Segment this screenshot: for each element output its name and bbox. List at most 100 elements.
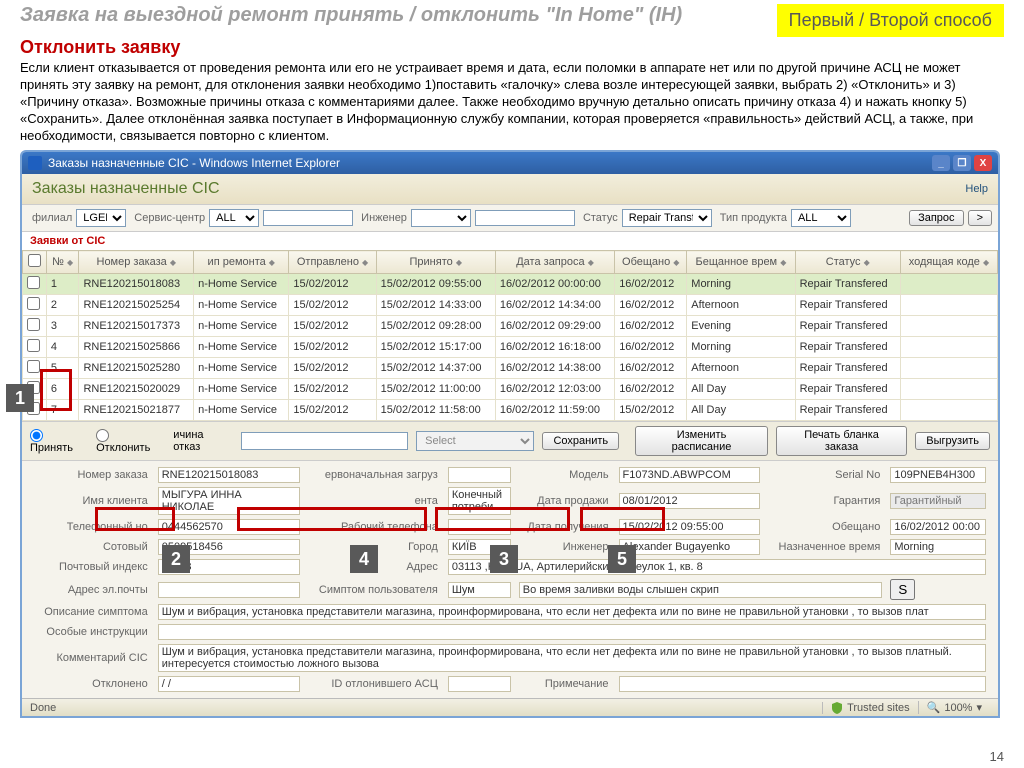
callout-4: 4 (350, 545, 378, 573)
eng-label: Инженер (361, 212, 407, 224)
serial-field: 109PNEB4H300 (890, 467, 986, 483)
reschedule-button[interactable]: Изменить расписание (635, 426, 768, 456)
rejid-lbl: ID отлонившего АСЦ (304, 674, 444, 694)
comment-field: Шум и вибрация, установка представители … (158, 644, 986, 672)
grid-header[interactable]: Статус ◆ (795, 251, 900, 274)
help-link[interactable]: Help (965, 183, 988, 195)
row-checkbox[interactable] (27, 297, 40, 310)
callout-5: 5 (608, 545, 636, 573)
callout-1: 1 (6, 384, 34, 412)
order-lbl: Номер заказа (30, 465, 154, 485)
svc-label: Сервис-центр (134, 212, 205, 224)
close-button[interactable]: X (974, 155, 992, 171)
mobile-lbl: Сотовый (30, 537, 154, 557)
grid-header[interactable]: Принято ◆ (376, 251, 495, 274)
print-button[interactable]: Печать бланка заказа (776, 426, 907, 456)
promised-field: 16/02/2012 00:00 (890, 519, 986, 535)
grid-header[interactable]: № ◆ (46, 251, 79, 274)
desc-field: Шум и вибрация, установка представители … (158, 604, 986, 620)
zip-lbl: Почтовый индекс (30, 557, 154, 577)
grid-header[interactable]: Отправлено ◆ (289, 251, 376, 274)
reject-radio[interactable]: Отклонить (96, 429, 165, 454)
svc-text[interactable] (263, 210, 353, 226)
section-label: Заявки от CIC (22, 232, 998, 250)
workphone-field (448, 519, 511, 535)
eng-select[interactable] (411, 209, 471, 227)
grid-header[interactable]: ходящая коде ◆ (900, 251, 997, 274)
page-number: 14 (990, 749, 1004, 764)
eng-text[interactable] (475, 210, 575, 226)
method-badge: Первый / Второй способ (777, 4, 1004, 37)
row-checkbox[interactable] (27, 276, 40, 289)
slide-title: Заявка на выездной ремонт принять / откл… (20, 4, 777, 27)
table-row[interactable]: 6RNE120215020029n-Home Service15/02/2012… (23, 379, 998, 400)
warranty-field[interactable]: Гарантийный (890, 493, 986, 509)
trusted-label: Trusted sites (847, 702, 910, 714)
accept-radio[interactable]: Принять (30, 429, 88, 454)
row-checkbox[interactable] (27, 360, 40, 373)
symptom-field: Шум (448, 582, 511, 598)
callout-3: 3 (490, 545, 518, 573)
table-row[interactable]: 7RNE120215021877n-Home Service15/02/2012… (23, 400, 998, 421)
save-button[interactable]: Сохранить (542, 432, 619, 450)
minimize-button[interactable]: _ (932, 155, 950, 171)
branch-select[interactable]: LGEL (76, 209, 126, 227)
shield-icon (831, 702, 843, 714)
maximize-button[interactable]: ❐ (953, 155, 971, 171)
product-label: Тип продукта (720, 212, 787, 224)
select-all-checkbox[interactable] (28, 254, 41, 267)
grid-header[interactable]: Номер заказа ◆ (79, 251, 194, 274)
window-titlebar: Заказы назначенные CIC - Windows Interne… (22, 152, 998, 174)
sale-lbl: Дата продажи (515, 485, 615, 517)
grid-header[interactable]: Дата запроса ◆ (495, 251, 614, 274)
workphone-lbl: Рабочий телефона (304, 517, 444, 537)
filter-bar: филиал LGEL Сервис-центр ALL Инженер Ста… (22, 204, 998, 232)
note-field (619, 676, 986, 692)
reason-select[interactable]: Select (416, 431, 534, 451)
name-lbl: Имя клиента (30, 485, 154, 517)
svc-select[interactable]: ALL (209, 209, 259, 227)
grid-header[interactable]: Обещано ◆ (615, 251, 687, 274)
rejid-field (448, 676, 511, 692)
instruction-text: Если клиент отказывается от проведения р… (0, 58, 1024, 150)
slot-field: Morning (890, 539, 986, 555)
symptom-lbl: Симптом пользователя (304, 577, 444, 602)
status-done: Done (30, 702, 56, 714)
grid-header[interactable] (23, 251, 47, 274)
promised-lbl: Обещано (764, 517, 886, 537)
reason-input[interactable] (241, 432, 408, 450)
order-field: RNE120215018083 (158, 467, 300, 483)
clienttype-lbl: ента (304, 485, 444, 517)
s-button[interactable]: S (890, 579, 915, 600)
sale-field: 08/01/2012 (619, 493, 761, 509)
clienttype-field: Конечный потреби (448, 487, 511, 515)
table-row[interactable]: 4RNE120215025866n-Home Service15/02/2012… (23, 337, 998, 358)
grid-header[interactable]: ип ремонта ◆ (194, 251, 289, 274)
export-button[interactable]: Выгрузить (915, 432, 990, 450)
table-row[interactable]: 3RNE120215017373n-Home Service15/02/2012… (23, 316, 998, 337)
zoom-label[interactable]: 🔍 100% ▾ (918, 701, 990, 714)
more-button[interactable]: > (968, 210, 992, 226)
symptom2-field: Во время заливки воды слышен скрип (519, 582, 883, 598)
row-checkbox[interactable] (27, 339, 40, 352)
table-row[interactable]: 5RNE120215025280n-Home Service15/02/2012… (23, 358, 998, 379)
load-field (448, 467, 511, 483)
addr-field: 03113 ,Київ ,UA, Артилерийский переулок … (448, 559, 986, 575)
slot-lbl: Назначенное время (764, 537, 886, 557)
model-field: F1073ND.ABWPCOM (619, 467, 761, 483)
orders-grid: № ◆Номер заказа ◆ип ремонта ◆Отправлено … (22, 250, 998, 421)
email-lbl: Адрес эл.почты (30, 577, 154, 602)
reason-label: ичина отказ (173, 429, 232, 453)
status-select[interactable]: Repair Transf (622, 209, 712, 227)
email-field (158, 582, 300, 598)
branch-label: филиал (32, 212, 72, 224)
grid-header[interactable]: Бещанное врем ◆ (687, 251, 795, 274)
desc-lbl: Описание симптома (30, 602, 154, 622)
table-row[interactable]: 1RNE120215018083n-Home Service15/02/2012… (23, 274, 998, 295)
search-button[interactable]: Запрос (909, 210, 963, 226)
page-title: Заказы назначенные CIC (32, 180, 965, 198)
load-lbl: ервоначальная загруз (304, 465, 444, 485)
row-checkbox[interactable] (27, 318, 40, 331)
product-select[interactable]: ALL (791, 209, 851, 227)
table-row[interactable]: 2RNE120215025254n-Home Service15/02/2012… (23, 295, 998, 316)
